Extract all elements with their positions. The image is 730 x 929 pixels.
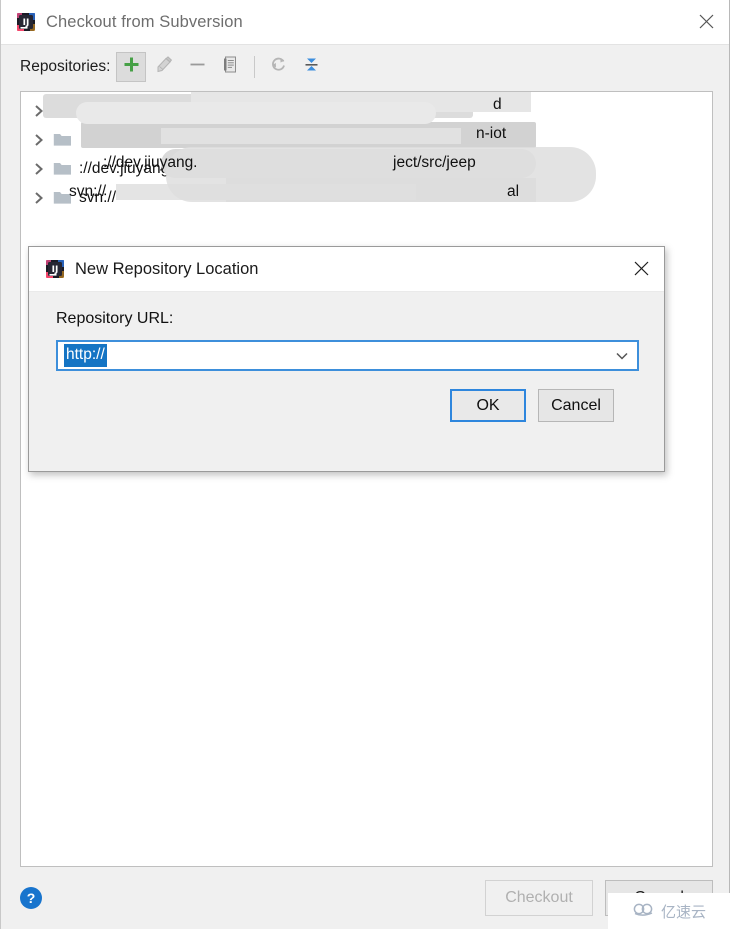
site-watermark: 亿速云	[608, 893, 730, 929]
repository-url-label: svn://	[79, 101, 117, 119]
edit-repository-button[interactable]	[149, 52, 179, 82]
plus-icon	[123, 56, 140, 78]
repository-url-fragment: al	[507, 183, 520, 200]
table-row[interactable]: svn://	[21, 183, 712, 212]
chevron-right-icon[interactable]	[30, 131, 48, 149]
repository-url-label: Repository URL:	[56, 310, 174, 327]
watermark-text: 亿速云	[660, 902, 706, 921]
add-repository-button[interactable]	[116, 52, 147, 82]
svg-text:IJ: IJ	[52, 265, 59, 275]
checkout-button[interactable]: Checkout	[485, 880, 593, 916]
repository-url-fragment: ject/src/jeep	[393, 154, 476, 171]
folder-icon	[53, 161, 72, 176]
close-icon[interactable]	[618, 247, 664, 290]
edit-pencil-icon	[155, 55, 174, 79]
table-row[interactable]	[21, 125, 712, 154]
folder-icon	[53, 132, 72, 147]
intellij-idea-icon: IJ	[16, 12, 36, 32]
intellij-idea-icon: IJ	[45, 259, 65, 279]
table-row[interactable]: svn://	[21, 96, 712, 125]
copy-repository-button[interactable]	[215, 52, 245, 82]
dialog-titlebar: IJ New Repository Location	[29, 247, 664, 292]
svg-text:IJ: IJ	[23, 18, 30, 28]
repository-url-fragment: n-iot	[476, 125, 507, 142]
repository-url-fragment: ://dev.jiuyang.	[103, 154, 198, 171]
refresh-button[interactable]	[263, 52, 293, 82]
collapse-all-button[interactable]	[296, 52, 326, 82]
question-mark-icon[interactable]: ?	[20, 887, 42, 909]
close-icon[interactable]	[683, 0, 729, 43]
chevron-right-icon[interactable]	[30, 102, 48, 120]
repositories-toolbar: Repositories:	[1, 45, 729, 89]
repository-url-input[interactable]: http://	[56, 340, 639, 371]
copy-document-icon	[221, 55, 240, 79]
toolbar-separator	[254, 56, 256, 78]
dialog-title: New Repository Location	[75, 259, 259, 278]
chevron-right-icon[interactable]	[30, 160, 48, 178]
minus-icon	[189, 56, 206, 78]
refresh-icon	[269, 55, 288, 79]
collapse-all-icon	[302, 55, 321, 79]
dialog-cancel-button[interactable]: Cancel	[538, 389, 614, 422]
dialog-body: Repository URL: http:// OK Cancel	[29, 292, 664, 471]
repository-list-panel[interactable]: svn:// ://dev.jiuyang. svn:// d n-iot:/…	[20, 91, 713, 867]
new-repository-location-dialog: IJ New Repository Location Repository UR…	[28, 246, 665, 472]
folder-icon	[53, 103, 72, 118]
repository-url-fragment: d	[493, 96, 502, 113]
remove-repository-button[interactable]	[182, 52, 212, 82]
repository-tree: svn:// ://dev.jiuyang. svn:// d n-iot:/…	[21, 92, 712, 212]
window-title: Checkout from Subversion	[46, 12, 243, 31]
repository-url-fragment: svn://	[69, 183, 107, 200]
repository-url-value: http://	[64, 344, 107, 367]
window-titlebar: IJ Checkout from Subversion	[1, 0, 729, 45]
cloud-icon	[632, 901, 656, 922]
chevron-right-icon[interactable]	[30, 189, 48, 207]
help-glyph: ?	[26, 890, 36, 906]
repositories-label: Repositories:	[20, 58, 111, 75]
chevron-down-icon[interactable]	[607, 342, 637, 369]
dialog-buttons: OK Cancel	[56, 371, 639, 422]
ok-button[interactable]: OK	[450, 389, 526, 422]
